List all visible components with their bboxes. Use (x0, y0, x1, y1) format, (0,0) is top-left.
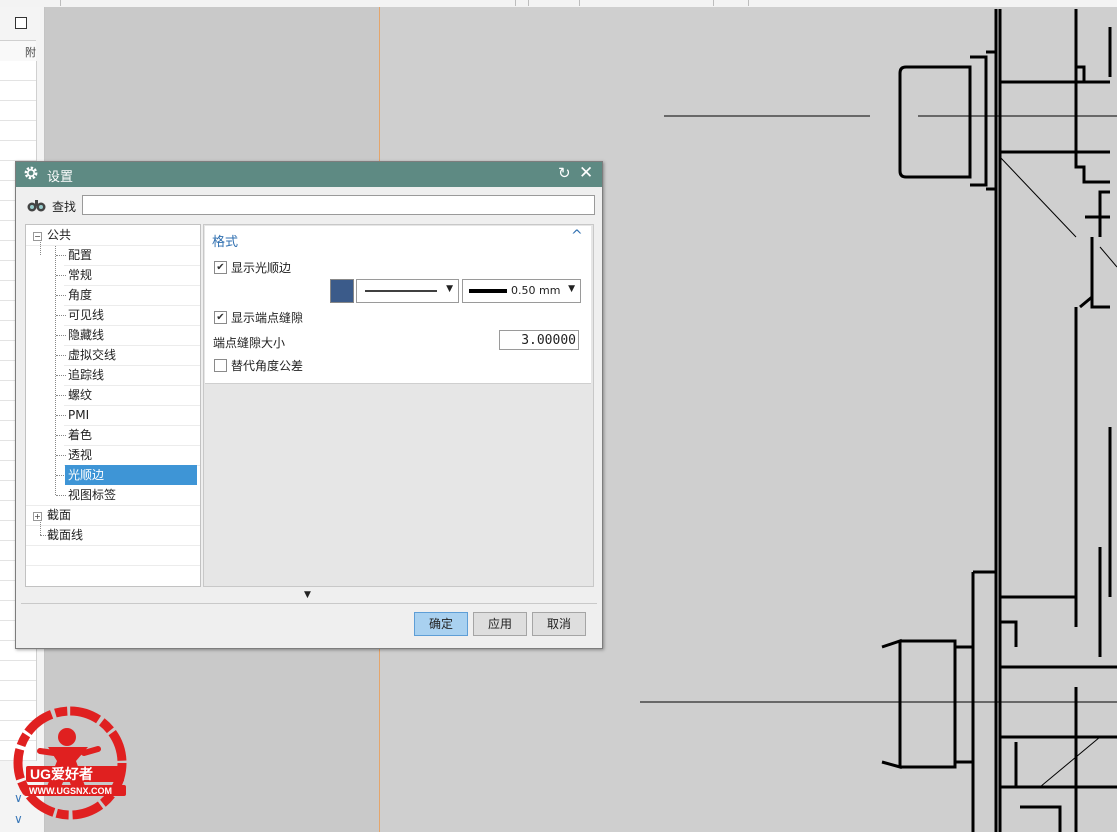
tree-connector (56, 335, 66, 336)
gear-icon (24, 166, 38, 180)
tree-connector (56, 495, 66, 496)
dialog-titlebar[interactable]: 设置 ↻ ✕ (16, 162, 602, 187)
toolbar-segment (0, 0, 61, 6)
gap-size-input[interactable]: 3.00000 (499, 330, 579, 350)
tree-connector (40, 535, 46, 536)
tree-connector (55, 245, 56, 495)
ok-button[interactable]: 确定 (414, 612, 468, 636)
tree-item-view-label[interactable]: 视图标签 (68, 485, 116, 505)
row-divider (26, 565, 200, 566)
reset-icon[interactable]: ↻ (558, 164, 571, 182)
tree-connector (56, 455, 66, 456)
ugsnx-watermark-logo: UG爱好者 WWW.UGSNX.COM (10, 703, 130, 827)
tree-connector (40, 519, 41, 535)
tree-item-smooth-edges[interactable]: 光顺边 (65, 465, 197, 485)
solid-line-icon (365, 290, 437, 292)
toolbar-segment (713, 0, 749, 6)
show-end-gaps-label: 显示端点缝隙 (231, 311, 304, 325)
maximize-icon[interactable] (15, 17, 27, 29)
tree-item-pmi[interactable]: PMI (68, 405, 89, 425)
collapse-section-icon[interactable]: ^ (571, 228, 583, 244)
tree-item-shading[interactable]: 着色 (68, 425, 92, 445)
search-input[interactable] (82, 195, 595, 215)
tree-item-visible-lines[interactable]: 可见线 (68, 305, 104, 325)
thick-line-icon (469, 289, 507, 293)
show-smooth-edges-checkbox[interactable]: ✔ (214, 261, 227, 274)
tree-connector (56, 255, 66, 256)
navigator-header: 附 (0, 40, 36, 62)
settings-content-panel: 格式 ^ ✔ 显示光顺边 ▼ 0.50 mm ▼ ✔ 显示端点缝隙 端点缝隙大小… (203, 224, 594, 587)
line-width-dropdown[interactable]: 0.50 mm ▼ (462, 279, 581, 303)
tree-item-config[interactable]: 配置 (68, 245, 92, 265)
dropdown-arrow-icon: ▼ (568, 284, 575, 294)
tree-connector (56, 375, 66, 376)
dialog-title: 设置 (47, 170, 74, 185)
tree-connector (56, 475, 64, 476)
tree-connector (56, 435, 66, 436)
tree-connector (56, 315, 66, 316)
logo-brand-text: UG爱好者 (30, 766, 93, 782)
dropdown-arrow-icon: ▼ (446, 284, 453, 294)
settings-dialog: 设置 ↻ ✕ 查找 − 公共 配置 常规 角度 可见线 隐藏线 虚拟交线 追踪线… (15, 161, 603, 649)
more-options-arrow-icon[interactable]: ▼ (304, 590, 311, 600)
tree-item-perspective[interactable]: 透视 (68, 445, 92, 465)
show-end-gaps-checkbox[interactable]: ✔ (214, 311, 227, 324)
search-label: 查找 (52, 200, 77, 214)
close-icon[interactable]: ✕ (579, 163, 593, 183)
toolbar-segment (60, 0, 516, 6)
row-divider (26, 545, 200, 546)
tree-connector (56, 295, 66, 296)
format-section: 格式 ^ ✔ 显示光顺边 ▼ 0.50 mm ▼ ✔ 显示端点缝隙 端点缝隙大小… (205, 226, 591, 384)
section-title: 格式 (212, 235, 239, 250)
alt-angle-tolerance-checkbox[interactable] (214, 359, 227, 372)
settings-tree[interactable]: − 公共 配置 常规 角度 可见线 隐藏线 虚拟交线 追踪线 螺纹 PMI 着色 (25, 224, 201, 587)
logo-url-text: WWW.UGSNX.COM (29, 786, 112, 796)
binoculars-icon (27, 200, 46, 212)
tree-item-trace-lines[interactable]: 追踪线 (68, 365, 104, 385)
row-divider (26, 245, 200, 246)
tree-item-public[interactable]: 公共 (47, 225, 71, 245)
tree-connector (56, 415, 66, 416)
tree-connector (56, 395, 66, 396)
tree-item-angle[interactable]: 角度 (68, 285, 92, 305)
apply-button[interactable]: 应用 (473, 612, 527, 636)
tree-item-hidden-lines[interactable]: 隐藏线 (68, 325, 104, 345)
tree-item-section-lines[interactable]: 截面线 (47, 525, 83, 545)
dialog-divider (21, 603, 597, 604)
tree-connector (40, 239, 41, 255)
toolbar-segment (528, 0, 580, 6)
tree-connector (56, 355, 66, 356)
tree-connector (56, 275, 66, 276)
show-smooth-edges-label: 显示光顺边 (231, 261, 292, 275)
cancel-button[interactable]: 取消 (532, 612, 586, 636)
tree-item-thread[interactable]: 螺纹 (68, 385, 92, 405)
expand-toggle[interactable]: + (33, 512, 42, 521)
tree-item-section[interactable]: 截面 (47, 505, 71, 525)
gap-size-label: 端点缝隙大小 (213, 336, 286, 350)
line-font-dropdown[interactable]: ▼ (356, 279, 459, 303)
collapse-toggle[interactable]: − (33, 232, 42, 241)
tree-item-general[interactable]: 常规 (68, 265, 92, 285)
line-width-value: 0.50 mm (511, 284, 561, 297)
column-header-label: 附 (25, 46, 36, 59)
tree-item-virtual-intersection[interactable]: 虚拟交线 (68, 345, 116, 365)
color-swatch[interactable] (330, 279, 354, 303)
toolbar-segment (578, 0, 714, 6)
alt-angle-tolerance-label: 替代角度公差 (231, 359, 304, 373)
